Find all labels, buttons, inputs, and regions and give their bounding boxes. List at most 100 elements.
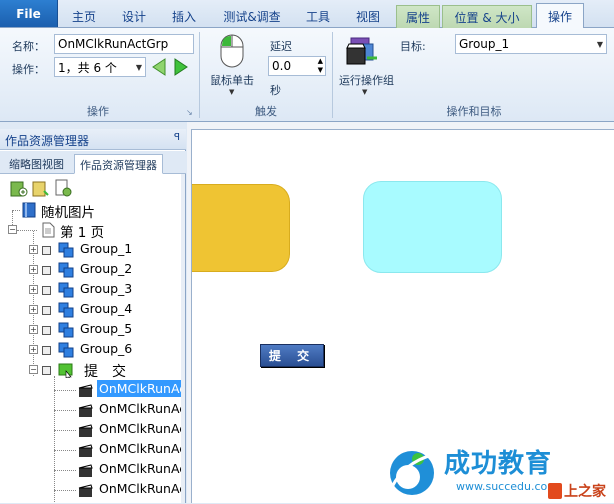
page-canvas[interactable]: 提 交 成功教育 www.succedu.com 上之家 — [191, 129, 614, 503]
expand-icon[interactable]: + — [29, 245, 38, 254]
project-tree: 随机图片 − 第 1 页 + Group_1 + Group_2 + Group… — [0, 200, 182, 503]
tab-view[interactable]: 视图 — [346, 5, 390, 28]
run-action-group-button[interactable]: 运行操作组 — [339, 72, 394, 88]
tab-actions[interactable]: 操作 — [536, 3, 584, 29]
tree-group-item[interactable]: + Group_2 — [0, 260, 182, 280]
tree-group-item[interactable]: + Group_4 — [0, 300, 182, 320]
tab-properties[interactable]: 属性 — [396, 5, 440, 28]
panel-tabs: 缩略图视图 作品资源管理器 — [0, 151, 186, 174]
tree-action-label: OnMClkRunAc — [99, 421, 182, 436]
tree-action-label: OnMClkRunAc — [99, 441, 182, 456]
tree-page-label: 第 1 页 — [60, 225, 105, 241]
action-name-field[interactable]: OnMClkRunActGrp — [54, 34, 194, 54]
tree-action-item[interactable]: OnMClkRunAc — [0, 440, 182, 460]
pin-icon[interactable]: ꟼ — [174, 132, 180, 143]
tab-thumbnails[interactable]: 缩略图视图 — [4, 154, 69, 174]
tree-page[interactable]: − 第 1 页 — [0, 220, 182, 241]
tree-group-label: Group_3 — [80, 281, 133, 296]
target-select[interactable]: Group_1 ▼ — [455, 34, 607, 54]
expand-icon[interactable]: + — [29, 325, 38, 334]
mouse-click-button[interactable]: 鼠标单击 — [210, 72, 254, 88]
expand-icon[interactable]: + — [29, 305, 38, 314]
ribbon: 名称： OnMClkRunActGrp 操作： 1，共 6 个 ▼ 操作 ↘ 鼠… — [0, 28, 614, 122]
tree-action-item[interactable]: OnMClkRunAc — [0, 380, 182, 400]
run-action-group-icon — [346, 37, 377, 65]
checkbox-icon[interactable] — [42, 346, 51, 355]
add-item-icon[interactable] — [32, 179, 50, 197]
tree-connector — [54, 450, 76, 451]
tree-connector — [54, 490, 76, 491]
dialog-launcher-icon[interactable]: ↘ — [186, 108, 193, 117]
clapperboard-icon — [78, 484, 93, 497]
tree-group-item[interactable]: + Group_3 — [0, 280, 182, 300]
chevron-down-icon[interactable]: ▼ — [362, 88, 367, 96]
action-group-label: 操作 — [87, 105, 109, 118]
tree-group-item[interactable]: + Group_6 — [0, 340, 182, 360]
tree-group-label: Group_6 — [80, 341, 133, 356]
trigger-group-label: 触发 — [255, 105, 277, 118]
target-group-label: 操作和目标 — [446, 105, 502, 118]
tab-test[interactable]: 测试&调查 — [214, 5, 290, 28]
panel-toolbar — [0, 175, 186, 199]
chevron-down-icon[interactable]: ▼ — [229, 88, 234, 96]
tree-action-label: OnMClkRunAc — [99, 481, 182, 496]
book-icon — [22, 202, 36, 218]
file-tab[interactable]: File — [0, 0, 58, 27]
page-icon — [42, 222, 55, 238]
checkbox-icon[interactable] — [42, 266, 51, 275]
previous-action-icon[interactable] — [152, 58, 166, 76]
operation-select[interactable]: 1，共 6 个 ▼ — [54, 57, 146, 77]
watermark-title: 成功教育 — [444, 449, 553, 479]
tree-group-item[interactable]: + Group_1 — [0, 240, 182, 260]
tree-connector — [54, 430, 76, 431]
tree-submit-item[interactable]: − 提 交 — [0, 360, 182, 380]
tab-home[interactable]: 主页 — [62, 5, 106, 28]
tree-action-item[interactable]: OnMClkRunAc — [0, 480, 182, 500]
clapperboard-icon — [78, 424, 93, 437]
add-page-icon[interactable] — [10, 179, 28, 197]
tree-group-item[interactable]: + Group_5 — [0, 320, 182, 340]
watermark-badge-icon — [548, 483, 562, 499]
tree-action-item[interactable]: OnMClkRunAc — [0, 460, 182, 480]
tab-design[interactable]: 设计 — [112, 5, 156, 28]
collapse-icon[interactable]: − — [8, 225, 17, 234]
expand-icon[interactable]: + — [29, 285, 38, 294]
tree-connector — [54, 390, 76, 391]
cyan-rounded-rectangle[interactable] — [363, 181, 502, 273]
spin-arrows-icon[interactable]: ▲ ▼ — [318, 57, 323, 75]
submit-button[interactable]: 提 交 — [260, 344, 324, 367]
tree-connector — [17, 230, 37, 231]
chevron-down-icon: ▼ — [596, 39, 603, 49]
checkbox-icon[interactable] — [42, 246, 51, 255]
add-subpage-icon[interactable] — [54, 179, 72, 197]
yellow-rounded-rectangle[interactable] — [192, 184, 290, 272]
tree-action-item[interactable]: OnMClkRunAc — [0, 420, 182, 440]
checkbox-icon[interactable] — [42, 306, 51, 315]
chevron-down-icon: ▼ — [135, 62, 142, 72]
tab-insert[interactable]: 插入 — [162, 5, 206, 28]
checkbox-icon[interactable] — [42, 326, 51, 335]
tree-root[interactable]: 随机图片 — [0, 200, 182, 221]
next-action-icon[interactable] — [174, 58, 188, 76]
expand-icon[interactable]: + — [29, 265, 38, 274]
tab-position-size[interactable]: 位置 & 大小 — [442, 5, 532, 28]
watermark-corner-text: 上之家 — [564, 484, 606, 500]
seconds-label: 秒 — [270, 84, 281, 97]
watermark: 成功教育 www.succedu.com 上之家 — [384, 435, 614, 504]
target-value: Group_1 — [459, 37, 510, 51]
tree-root-label: 随机图片 — [41, 205, 95, 221]
scrollbar[interactable] — [181, 174, 185, 503]
collapse-icon[interactable]: − — [29, 365, 38, 374]
tree-group-label: Group_2 — [80, 261, 133, 276]
checkbox-icon[interactable] — [42, 286, 51, 295]
tab-tools[interactable]: 工具 — [296, 5, 340, 28]
operation-label: 操作： — [12, 63, 45, 76]
tree-action-item[interactable]: OnMClkRunAc — [0, 400, 182, 420]
tree-group-label: Group_5 — [80, 321, 133, 336]
delay-stepper[interactable]: 0.0 ▲ ▼ — [268, 56, 326, 76]
expand-icon[interactable]: + — [29, 345, 38, 354]
button-object-icon — [58, 363, 73, 378]
checkbox-icon[interactable] — [42, 366, 51, 375]
ribbon-tab-bar: File 主页 设计 插入 测试&调查 工具 视图 属性 位置 & 大小 操作 — [0, 0, 614, 29]
tab-project-explorer[interactable]: 作品资源管理器 — [74, 154, 163, 174]
